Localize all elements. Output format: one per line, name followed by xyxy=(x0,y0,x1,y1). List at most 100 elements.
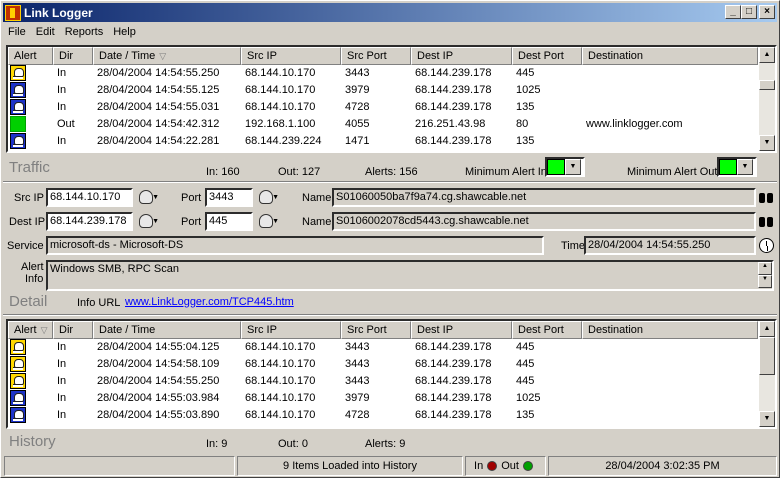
col-dest-port[interactable]: Dest Port xyxy=(512,321,582,339)
min-alert-out-select[interactable]: ▼ xyxy=(717,157,757,177)
alert-cell xyxy=(8,133,53,150)
scroll-down-icon[interactable]: ▼ xyxy=(758,275,772,288)
dest-port-skull-menu[interactable]: ▼ xyxy=(257,213,279,231)
table-row[interactable]: In 28/04/2004 14:55:04.125 68.144.10.170 34… xyxy=(8,339,758,356)
skull-icon xyxy=(139,214,153,228)
src-ip-cell: 68.144.10.170 xyxy=(245,84,316,96)
src-ip-label: Src IP xyxy=(14,192,44,204)
col-alert[interactable]: Alert xyxy=(8,47,53,65)
src-ip-cell: 192.168.1.100 xyxy=(245,118,316,130)
table-row[interactable]: In 28/04/2004 14:54:55.250 68.144.10.170 34… xyxy=(8,373,758,390)
scroll-thumb[interactable] xyxy=(759,337,775,375)
col-dir[interactable]: Dir xyxy=(53,47,93,65)
min-alert-out-color xyxy=(719,159,737,175)
destination-cell xyxy=(582,407,758,424)
dest-ip-cell: 68.144.239.178 xyxy=(415,341,492,353)
table-row[interactable]: In 28/04/2004 14:54:58.109 68.144.10.170 34… xyxy=(8,356,758,373)
col-dest-ip[interactable]: Dest IP xyxy=(411,321,512,339)
table-row[interactable]: In 28/04/2004 14:54:55.031 68.144.10.170 47… xyxy=(8,99,758,116)
menu-help[interactable]: Help xyxy=(108,24,141,42)
scroll-up-icon[interactable]: ▲ xyxy=(758,262,772,275)
src-ip-cell: 68.144.10.170 xyxy=(245,341,316,353)
datetime-cell: 28/04/2004 14:55:04.125 xyxy=(97,341,220,353)
chevron-down-icon[interactable]: ▼ xyxy=(737,159,753,175)
src-ip-field[interactable]: 68.144.10.170 xyxy=(46,188,133,207)
dest-port-cell: 445 xyxy=(516,375,535,387)
datetime-cell: 28/04/2004 14:55:03.984 xyxy=(97,392,220,404)
src-name-field[interactable]: S01060050ba7f9a74.cg.shawcable.net xyxy=(332,188,756,207)
binoculars-icon[interactable] xyxy=(758,215,774,229)
history-grid[interactable]: Alert ▽ Dir Date / Time Src IP Src Port D… xyxy=(6,319,777,429)
dest-skull-menu[interactable]: ▼ xyxy=(137,213,159,231)
traffic-scrollbar[interactable]: ▲ ▼ xyxy=(759,47,775,151)
status-out-label: Out xyxy=(501,460,519,472)
table-row[interactable]: In 28/04/2004 14:54:55.250 68.144.10.170 34… xyxy=(8,65,758,82)
table-row[interactable]: In 28/04/2004 14:54:55.125 68.144.10.170 39… xyxy=(8,82,758,99)
col-src-port[interactable]: Src Port xyxy=(341,321,411,339)
min-alert-in-select[interactable]: ▼ xyxy=(545,157,585,177)
table-row[interactable]: Out 28/04/2004 14:54:42.312 192.168.1.100 4… xyxy=(8,116,758,133)
history-scrollbar[interactable]: ▲ ▼ xyxy=(759,321,775,427)
chevron-down-icon[interactable]: ▼ xyxy=(565,159,581,175)
col-destination[interactable]: Destination xyxy=(582,321,758,339)
min-alert-in-color xyxy=(547,159,565,175)
dest-port-cell: 445 xyxy=(516,341,535,353)
scroll-up-icon[interactable]: ▲ xyxy=(759,321,775,337)
app-window: Link Logger _ □ × File Edit Reports Help… xyxy=(0,0,780,478)
col-alert[interactable]: Alert ▽ xyxy=(8,321,53,339)
min-alert-in-label: Minimum Alert In xyxy=(465,166,547,178)
menu-reports[interactable]: Reports xyxy=(60,24,109,42)
src-port-cell: 3443 xyxy=(345,67,370,79)
service-field[interactable]: microsoft-ds - Microsoft-DS xyxy=(46,236,544,255)
src-ip-cell: 68.144.10.170 xyxy=(245,67,316,79)
dest-ip-field[interactable]: 68.144.239.178 xyxy=(46,212,133,231)
info-url-link[interactable]: www.LinkLogger.com/TCP445.htm xyxy=(125,296,294,308)
col-src-port[interactable]: Src Port xyxy=(341,47,411,65)
history-section-title: History xyxy=(9,433,56,450)
maximize-button[interactable]: □ xyxy=(741,5,757,19)
scroll-up-icon[interactable]: ▲ xyxy=(759,47,775,63)
scroll-down-icon[interactable]: ▼ xyxy=(759,411,775,427)
table-row[interactable]: In 28/04/2004 14:54:22.281 68.144.239.224 1… xyxy=(8,133,758,150)
datetime-cell: 28/04/2004 14:54:55.250 xyxy=(97,67,220,79)
src-port-cell: 4728 xyxy=(345,409,370,421)
col-datetime[interactable]: Date / Time xyxy=(93,321,241,339)
dest-port-field[interactable]: 445 xyxy=(205,212,253,231)
history-header: Alert ▽ Dir Date / Time Src IP Src Port D… xyxy=(8,321,758,339)
alert-info-field[interactable]: Windows SMB, RPC Scan ▲ ▼ xyxy=(46,260,774,291)
time-field[interactable]: 28/04/2004 14:54:55.250 xyxy=(584,236,756,255)
src-skull-menu[interactable]: ▼ xyxy=(137,189,159,207)
alert-info-scrollbar[interactable]: ▲ ▼ xyxy=(758,262,772,289)
blue-skull-icon xyxy=(10,133,26,150)
traffic-grid[interactable]: Alert Dir Date / Time ▽ Src IP Src Port D… xyxy=(6,45,777,153)
col-dest-port[interactable]: Dest Port xyxy=(512,47,582,65)
service-label: Service xyxy=(7,240,44,252)
col-src-ip[interactable]: Src IP xyxy=(241,321,341,339)
clock-icon[interactable] xyxy=(759,238,774,253)
minimize-button[interactable]: _ xyxy=(725,5,741,19)
col-src-ip[interactable]: Src IP xyxy=(241,47,341,65)
col-destination[interactable]: Destination xyxy=(582,47,758,65)
traffic-header: Alert Dir Date / Time ▽ Src IP Src Port D… xyxy=(8,47,758,65)
table-row[interactable]: In 28/04/2004 14:55:03.890 68.144.10.170 47… xyxy=(8,407,758,424)
dest-port-cell: 445 xyxy=(516,67,535,79)
src-port-skull-menu[interactable]: ▼ xyxy=(257,189,279,207)
col-dir[interactable]: Dir xyxy=(53,321,93,339)
src-port-field[interactable]: 3443 xyxy=(205,188,253,207)
col-datetime[interactable]: Date / Time ▽ xyxy=(93,47,241,65)
src-port-label: Port xyxy=(181,192,202,204)
dest-name-field[interactable]: S0106002078cd5443.cg.shawcable.net xyxy=(332,212,756,231)
destination-cell xyxy=(582,99,758,116)
table-row[interactable]: In 28/04/2004 14:55:03.984 68.144.10.170 39… xyxy=(8,390,758,407)
close-button[interactable]: × xyxy=(759,5,775,19)
binoculars-icon[interactable] xyxy=(758,191,774,205)
dest-port-cell: 445 xyxy=(516,358,535,370)
history-in-count: In: 9 xyxy=(206,438,228,450)
destination-cell xyxy=(582,373,758,390)
scroll-thumb[interactable] xyxy=(759,80,775,90)
col-dest-ip[interactable]: Dest IP xyxy=(411,47,512,65)
menu-edit[interactable]: Edit xyxy=(31,24,60,42)
menu-file[interactable]: File xyxy=(3,24,31,42)
scroll-down-icon[interactable]: ▼ xyxy=(759,135,775,151)
dir-cell: In xyxy=(57,67,67,79)
